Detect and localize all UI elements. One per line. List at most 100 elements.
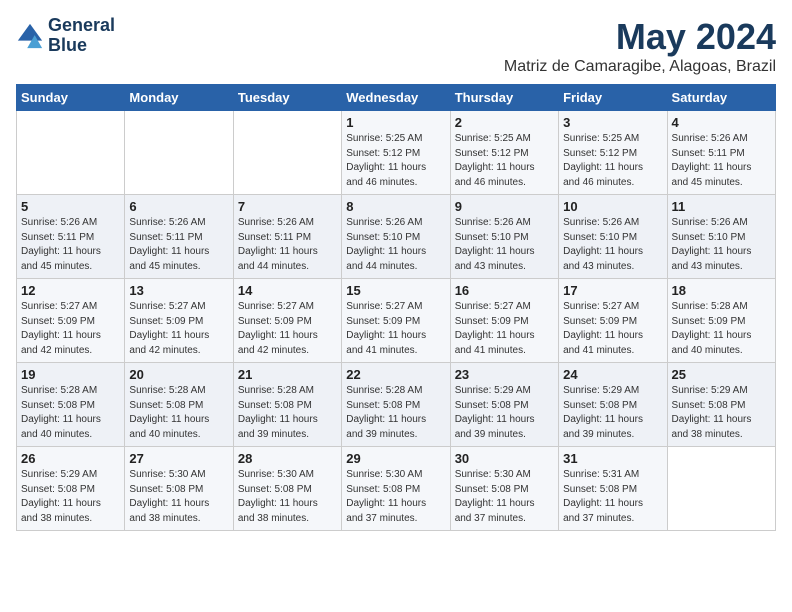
day-number: 7	[238, 199, 337, 214]
week-row-1: 1 Sunrise: 5:25 AM Sunset: 5:12 PM Daylig…	[17, 111, 776, 195]
day-number: 3	[563, 115, 662, 130]
day-number: 16	[455, 283, 554, 298]
day-number: 9	[455, 199, 554, 214]
calendar-cell: 5Sunrise: 5:26 AM Sunset: 5:11 PM Daylig…	[17, 195, 125, 279]
calendar-cell: 3Sunrise: 5:25 AM Sunset: 5:12 PM Daylig…	[559, 111, 667, 195]
calendar-cell: 6Sunrise: 5:26 AM Sunset: 5:11 PM Daylig…	[125, 195, 233, 279]
day-info: Sunrise: 5:29 AM Sunset: 5:08 PM Dayligh…	[672, 384, 771, 442]
calendar-table: SundayMondayTuesdayWednesdayThursdayFrid…	[16, 84, 776, 531]
day-number: 17	[563, 283, 662, 298]
day-info: Sunrise: 5:26 AM Sunset: 5:11 PM Dayligh…	[21, 216, 120, 274]
calendar-cell: 8 Sunrise: 5:26 AM Sunset: 5:10 PM Daylig…	[342, 195, 450, 279]
week-row-5: 26 Sunrise: 5:29 AM Sunset: 5:08 PM Dayli…	[17, 447, 776, 531]
col-header-thursday: Thursday	[450, 85, 558, 111]
calendar-cell: 26 Sunrise: 5:29 AM Sunset: 5:08 PM Dayli…	[17, 447, 125, 531]
month-title: May 2024	[504, 16, 776, 58]
day-info: Sunrise: 5:26 AM Sunset: 5:11 PM Dayligh…	[238, 216, 337, 274]
day-number: 24	[563, 367, 662, 382]
day-info: Sunrise: 5:26 AM Sunset: 5:10 PM Dayligh…	[563, 216, 662, 274]
day-info: Sunrise: 5:27 AM Sunset: 5:09 PM Dayligh…	[346, 300, 445, 358]
day-info: Sunrise: 5:27 AM Sunset: 5:09 PM Dayligh…	[21, 300, 120, 358]
day-info: Sunrise: 5:29 AM Sunset: 5:08 PM Dayligh…	[21, 468, 120, 526]
day-number: 6	[129, 199, 228, 214]
calendar-cell: 11 Sunrise: 5:26 AM Sunset: 5:10 PM Dayli…	[667, 195, 775, 279]
day-info: Sunrise: 5:26 AM Sunset: 5:10 PM Dayligh…	[455, 216, 554, 274]
day-info: Sunrise: 5:27 AM Sunset: 5:09 PM Dayligh…	[563, 300, 662, 358]
calendar-cell: 10 Sunrise: 5:26 AM Sunset: 5:10 PM Dayli…	[559, 195, 667, 279]
calendar-cell: 18Sunrise: 5:28 AM Sunset: 5:09 PM Dayli…	[667, 279, 775, 363]
calendar-cell: 25 Sunrise: 5:29 AM Sunset: 5:08 PM Dayli…	[667, 363, 775, 447]
col-header-sunday: Sunday	[17, 85, 125, 111]
day-number: 13	[129, 283, 228, 298]
col-header-wednesday: Wednesday	[342, 85, 450, 111]
calendar-cell: 2Sunrise: 5:25 AM Sunset: 5:12 PM Daylig…	[450, 111, 558, 195]
title-block: May 2024 Matriz de Camaragibe, Alagoas, …	[504, 16, 776, 76]
day-number: 1	[346, 115, 445, 130]
logo: General Blue	[16, 16, 115, 56]
calendar-cell: 31 Sunrise: 5:31 AM Sunset: 5:08 PM Dayli…	[559, 447, 667, 531]
day-number: 19	[21, 367, 120, 382]
day-number: 12	[21, 283, 120, 298]
day-info: Sunrise: 5:26 AM Sunset: 5:10 PM Dayligh…	[672, 216, 771, 274]
day-number: 8	[346, 199, 445, 214]
day-info: Sunrise: 5:26 AM Sunset: 5:10 PM Dayligh…	[346, 216, 445, 274]
logo-icon	[16, 22, 44, 50]
calendar-cell	[125, 111, 233, 195]
calendar-cell: 13 Sunrise: 5:27 AM Sunset: 5:09 PM Dayli…	[125, 279, 233, 363]
week-row-3: 12 Sunrise: 5:27 AM Sunset: 5:09 PM Dayli…	[17, 279, 776, 363]
day-info: Sunrise: 5:31 AM Sunset: 5:08 PM Dayligh…	[563, 468, 662, 526]
day-info: Sunrise: 5:27 AM Sunset: 5:09 PM Dayligh…	[129, 300, 228, 358]
calendar-cell: 7 Sunrise: 5:26 AM Sunset: 5:11 PM Daylig…	[233, 195, 341, 279]
day-number: 23	[455, 367, 554, 382]
day-number: 10	[563, 199, 662, 214]
day-number: 15	[346, 283, 445, 298]
calendar-cell: 22 Sunrise: 5:28 AM Sunset: 5:08 PM Dayli…	[342, 363, 450, 447]
day-number: 26	[21, 451, 120, 466]
calendar-cell: 12 Sunrise: 5:27 AM Sunset: 5:09 PM Dayli…	[17, 279, 125, 363]
day-number: 14	[238, 283, 337, 298]
week-row-2: 5Sunrise: 5:26 AM Sunset: 5:11 PM Daylig…	[17, 195, 776, 279]
calendar-cell: 15 Sunrise: 5:27 AM Sunset: 5:09 PM Dayli…	[342, 279, 450, 363]
calendar-cell: 1 Sunrise: 5:25 AM Sunset: 5:12 PM Daylig…	[342, 111, 450, 195]
calendar-cell: 29 Sunrise: 5:30 AM Sunset: 5:08 PM Dayli…	[342, 447, 450, 531]
calendar-cell: 20 Sunrise: 5:28 AM Sunset: 5:08 PM Dayli…	[125, 363, 233, 447]
logo-text: General Blue	[48, 16, 115, 56]
day-info: Sunrise: 5:25 AM Sunset: 5:12 PM Dayligh…	[346, 132, 445, 190]
calendar-cell: 14 Sunrise: 5:27 AM Sunset: 5:09 PM Dayli…	[233, 279, 341, 363]
day-info: Sunrise: 5:27 AM Sunset: 5:09 PM Dayligh…	[238, 300, 337, 358]
day-number: 25	[672, 367, 771, 382]
day-info: Sunrise: 5:28 AM Sunset: 5:08 PM Dayligh…	[21, 384, 120, 442]
calendar-cell	[17, 111, 125, 195]
day-number: 20	[129, 367, 228, 382]
day-number: 21	[238, 367, 337, 382]
day-number: 22	[346, 367, 445, 382]
calendar-cell: 30Sunrise: 5:30 AM Sunset: 5:08 PM Dayli…	[450, 447, 558, 531]
day-number: 30	[455, 451, 554, 466]
day-info: Sunrise: 5:30 AM Sunset: 5:08 PM Dayligh…	[346, 468, 445, 526]
day-info: Sunrise: 5:28 AM Sunset: 5:08 PM Dayligh…	[129, 384, 228, 442]
day-number: 29	[346, 451, 445, 466]
day-info: Sunrise: 5:28 AM Sunset: 5:08 PM Dayligh…	[346, 384, 445, 442]
page-header: General Blue May 2024 Matriz de Camaragi…	[16, 16, 776, 76]
calendar-cell: 28 Sunrise: 5:30 AM Sunset: 5:08 PM Dayli…	[233, 447, 341, 531]
day-info: Sunrise: 5:30 AM Sunset: 5:08 PM Dayligh…	[238, 468, 337, 526]
col-header-tuesday: Tuesday	[233, 85, 341, 111]
day-number: 27	[129, 451, 228, 466]
calendar-cell: 19 Sunrise: 5:28 AM Sunset: 5:08 PM Dayli…	[17, 363, 125, 447]
day-number: 18	[672, 283, 771, 298]
calendar-cell: 9 Sunrise: 5:26 AM Sunset: 5:10 PM Daylig…	[450, 195, 558, 279]
day-info: Sunrise: 5:28 AM Sunset: 5:08 PM Dayligh…	[238, 384, 337, 442]
day-info: Sunrise: 5:27 AM Sunset: 5:09 PM Dayligh…	[455, 300, 554, 358]
calendar-cell: 23 Sunrise: 5:29 AM Sunset: 5:08 PM Dayli…	[450, 363, 558, 447]
day-number: 11	[672, 199, 771, 214]
calendar-cell	[233, 111, 341, 195]
calendar-cell: 17 Sunrise: 5:27 AM Sunset: 5:09 PM Dayli…	[559, 279, 667, 363]
day-info: Sunrise: 5:29 AM Sunset: 5:08 PM Dayligh…	[455, 384, 554, 442]
calendar-cell: 21 Sunrise: 5:28 AM Sunset: 5:08 PM Dayli…	[233, 363, 341, 447]
day-number: 4	[672, 115, 771, 130]
location: Matriz de Camaragibe, Alagoas, Brazil	[504, 58, 776, 76]
col-header-monday: Monday	[125, 85, 233, 111]
day-number: 31	[563, 451, 662, 466]
calendar-cell: 4Sunrise: 5:26 AM Sunset: 5:11 PM Daylig…	[667, 111, 775, 195]
day-number: 28	[238, 451, 337, 466]
